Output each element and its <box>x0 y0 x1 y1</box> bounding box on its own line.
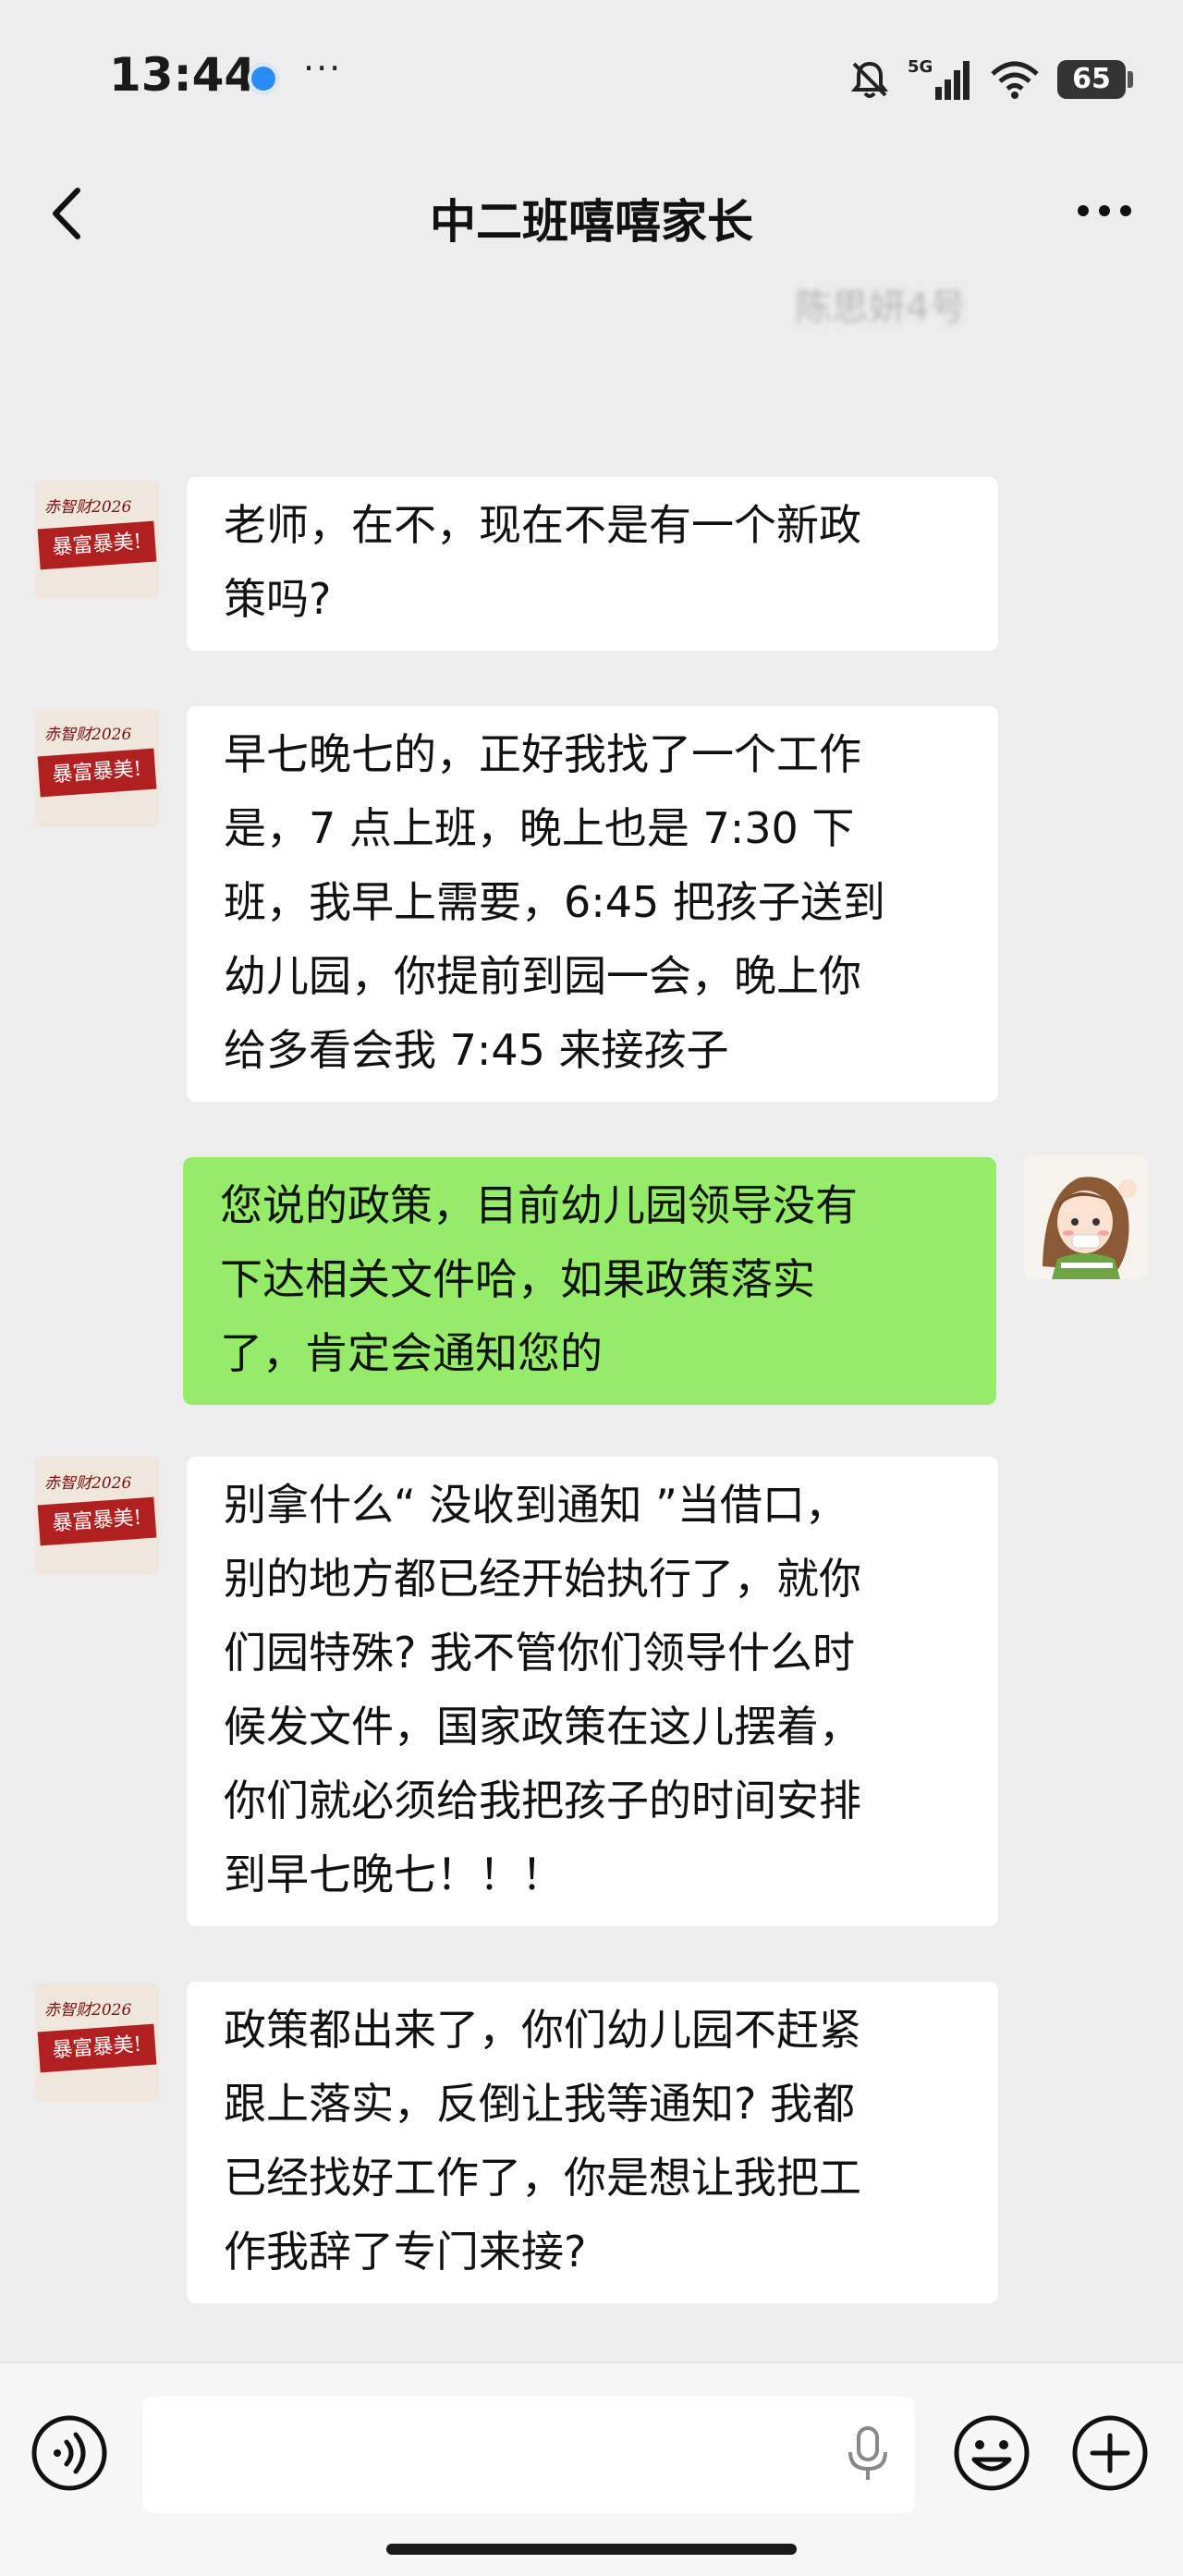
status-bar: 13:44 ··· 5G 65 <box>0 0 1183 157</box>
message-line: 下达相关文件哈，如果政策落实 <box>220 1254 815 1304</box>
message-line: 已经找好工作了，你是想让我把工 <box>224 2153 861 2203</box>
message-line: 候发文件，国家政策在这儿摆着， <box>224 1702 861 1752</box>
message-line: 幼儿园，你提前到园一会，晚上你 <box>224 951 861 1001</box>
avatar-banner-text: 暴富暴美! <box>37 1496 157 1546</box>
plus-icon[interactable] <box>1070 2413 1150 2493</box>
cartoon-girl-avatar <box>1024 1155 1148 1279</box>
message-line: 早七晚七的，正好我找了一个工作 <box>224 729 861 779</box>
mic-icon[interactable] <box>843 2424 893 2484</box>
notification-more-icon: ··· <box>303 48 343 89</box>
message-line: 作我辞了专门来接? <box>224 2227 587 2277</box>
message-line: 跟上落实，反倒让我等通知? 我都 <box>224 2079 856 2129</box>
message-bubble-received[interactable]: 别拿什么“ 没收到通知 ”当借口， 别的地方都已经开始执行了，就你 们园特殊? … <box>187 1457 998 1926</box>
chat-title: 中二班嘻嘻家长 <box>430 195 753 249</box>
message-line: 别拿什么“ 没收到通知 ”当借口， <box>224 1480 848 1530</box>
message-line: 是，7 点上班，晚上也是 7:30 下 <box>224 803 855 853</box>
signal-5g-icon: 5G <box>908 57 970 100</box>
emoji-icon[interactable] <box>952 2413 1031 2493</box>
blurred-caption: 陈思妍4号 <box>795 287 967 329</box>
message-line: 政策都出来了，你们幼儿园不赶紧 <box>224 2005 861 2055</box>
contact-avatar[interactable]: 赤智财2026 暴富暴美! <box>35 708 159 826</box>
message-line: 给多看会我 7:45 来接孩子 <box>224 1025 729 1075</box>
network-type: 5G <box>908 57 933 77</box>
message-bubble-sent[interactable]: 您说的政策，目前幼儿园领导没有 下达相关文件哈，如果政策落实 了，肯定会通知您的 <box>183 1157 996 1405</box>
status-icons: 5G 65 <box>848 57 1133 102</box>
avatar-seal-text: 赤智财2026 <box>44 2001 132 2020</box>
avatar-seal-text: 赤智财2026 <box>44 726 132 744</box>
contact-avatar[interactable]: 赤智财2026 暴富暴美! <box>35 1457 159 1575</box>
avatar-seal-text: 赤智财2026 <box>44 1474 132 1493</box>
avatar-banner-text: 暴富暴美! <box>37 2023 157 2073</box>
message-line: 到早七晚七！！！ <box>224 1850 564 1899</box>
my-avatar[interactable] <box>1024 1155 1148 1279</box>
message-line: 别的地方都已经开始执行了，就你 <box>224 1554 861 1604</box>
message-input[interactable] <box>142 2397 915 2513</box>
message-line: 您说的政策，目前幼儿园领导没有 <box>220 1180 858 1230</box>
message-line: 老师，在不，现在不是有一个新政 <box>224 500 861 550</box>
status-time: 13:44 <box>109 48 257 102</box>
notification-app-icon <box>248 63 279 94</box>
wifi-icon <box>991 61 1039 99</box>
chat-header: 中二班嘻嘻家长 <box>0 157 1183 277</box>
message-bubble-received[interactable]: 老师，在不，现在不是有一个新政 策吗? <box>187 477 998 651</box>
message-line: 了，肯定会通知您的 <box>220 1328 603 1378</box>
more-dots-icon[interactable] <box>1072 192 1137 229</box>
message-line: 们园特殊? 我不管你们领导什么时 <box>224 1628 856 1678</box>
message-line: 策吗? <box>224 574 332 624</box>
home-indicator[interactable] <box>386 2544 797 2555</box>
contact-avatar[interactable]: 赤智财2026 暴富暴美! <box>35 1984 159 2102</box>
contact-avatar[interactable]: 赤智财2026 暴富暴美! <box>35 481 159 599</box>
voice-icon[interactable] <box>30 2413 109 2493</box>
message-bubble-received[interactable]: 政策都出来了，你们幼儿园不赶紧 跟上落实，反倒让我等通知? 我都 已经找好工作了… <box>187 1982 998 2303</box>
avatar-banner-text: 暴富暴美! <box>37 748 157 798</box>
message-bubble-received[interactable]: 早七晚七的，正好我找了一个工作 是，7 点上班，晚上也是 7:30 下 班，我早… <box>187 706 998 1102</box>
mute-bell-icon <box>850 61 889 98</box>
message-line: 你们就必须给我把孩子的时间安排 <box>224 1776 861 1825</box>
message-line: 班，我早上需要，6:45 把孩子送到 <box>224 877 885 927</box>
avatar-banner-text: 暴富暴美! <box>37 520 157 570</box>
battery-indicator: 65 <box>1057 60 1133 99</box>
avatar-seal-text: 赤智财2026 <box>44 498 132 517</box>
